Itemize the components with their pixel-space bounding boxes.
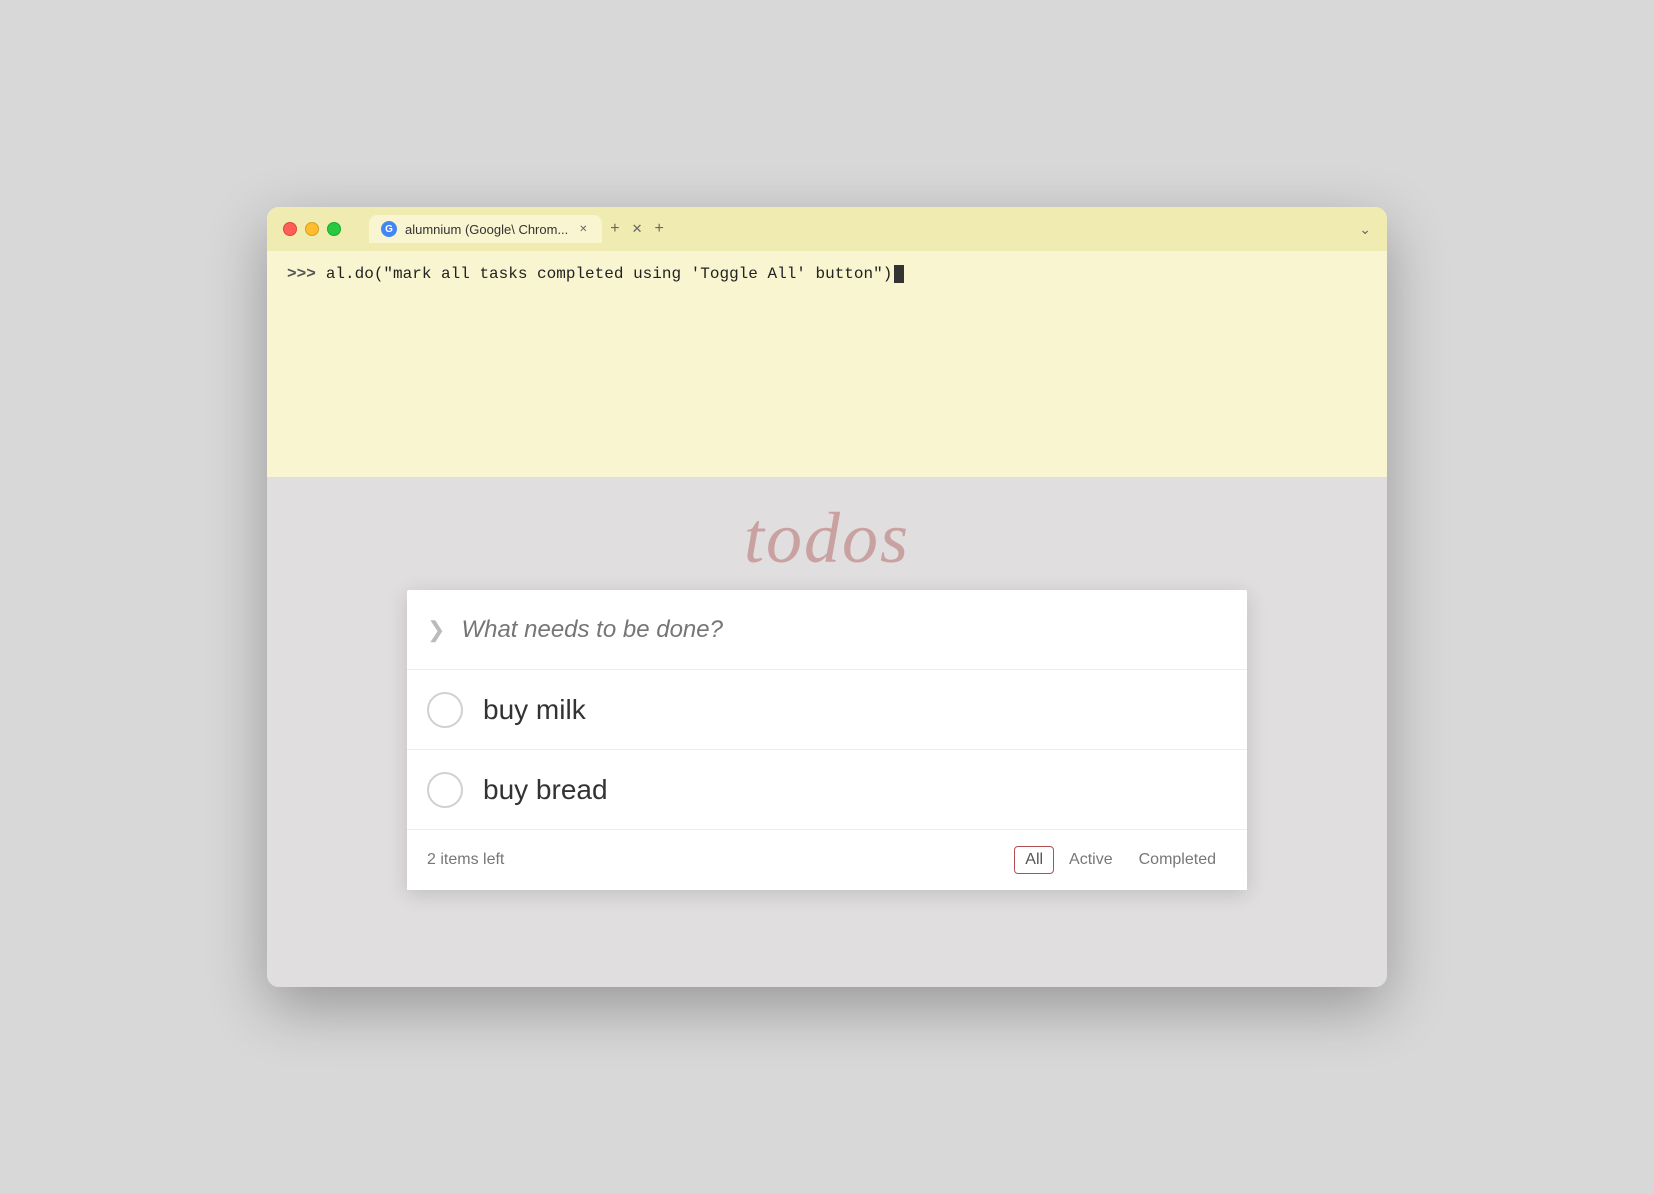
todo-app: ❯ buy milk buy bread 2 items left All Ac… xyxy=(407,590,1247,890)
tab-actions: + ✕ + xyxy=(610,220,664,238)
todo-checkbox-1[interactable] xyxy=(427,692,463,728)
add-tab-icon[interactable]: + xyxy=(655,220,664,238)
prompt-symbol: >>> xyxy=(287,265,316,283)
google-icon: G xyxy=(381,221,397,237)
terminal-command[interactable]: al.do("mark all tasks completed using 'T… xyxy=(326,265,893,283)
todo-text-2: buy bread xyxy=(483,774,608,806)
todo-app-title: todos xyxy=(744,497,910,580)
todo-checkbox-2[interactable] xyxy=(427,772,463,808)
terminal-panel: G alumnium (Google\ Chrom... ✕ + ✕ + ⌄ >… xyxy=(267,207,1387,477)
tab-bar: G alumnium (Google\ Chrom... ✕ + ✕ + ⌄ xyxy=(369,215,1371,243)
filter-completed-button[interactable]: Completed xyxy=(1128,846,1227,874)
terminal-cursor xyxy=(894,265,904,283)
browser-content: todos ❯ buy milk buy bread 2 items left xyxy=(267,477,1387,987)
chevron-down-icon[interactable]: ⌄ xyxy=(1359,221,1371,238)
maximize-button[interactable] xyxy=(327,222,341,236)
new-tab-icon[interactable]: + xyxy=(610,220,619,238)
filter-active-button[interactable]: Active xyxy=(1058,846,1124,874)
minimize-button[interactable] xyxy=(305,222,319,236)
toggle-all-button[interactable]: ❯ xyxy=(427,617,445,643)
filter-buttons: All Active Completed xyxy=(1014,846,1227,874)
filter-all-button[interactable]: All xyxy=(1014,846,1054,874)
todo-input-area: ❯ xyxy=(407,590,1247,670)
terminal-content: >>> al.do("mark all tasks completed usin… xyxy=(267,251,1387,477)
close-button[interactable] xyxy=(283,222,297,236)
browser-tab[interactable]: G alumnium (Google\ Chrom... ✕ xyxy=(369,215,602,243)
todo-text-1: buy milk xyxy=(483,694,586,726)
new-todo-input[interactable] xyxy=(461,616,1227,644)
terminal-prompt: >>> al.do("mark all tasks completed usin… xyxy=(287,265,1367,283)
browser-window: G alumnium (Google\ Chrom... ✕ + ✕ + ⌄ >… xyxy=(267,207,1387,987)
todo-item: buy milk xyxy=(407,670,1247,750)
tab-title: alumnium (Google\ Chrom... xyxy=(405,222,568,237)
tab-close-icon[interactable]: ✕ xyxy=(576,222,590,236)
todo-item: buy bread xyxy=(407,750,1247,830)
todo-footer: 2 items left All Active Completed xyxy=(407,830,1247,890)
terminal-titlebar: G alumnium (Google\ Chrom... ✕ + ✕ + ⌄ xyxy=(267,207,1387,251)
items-left-count: 2 items left xyxy=(427,851,1014,869)
close-window-icon[interactable]: ✕ xyxy=(632,221,643,237)
